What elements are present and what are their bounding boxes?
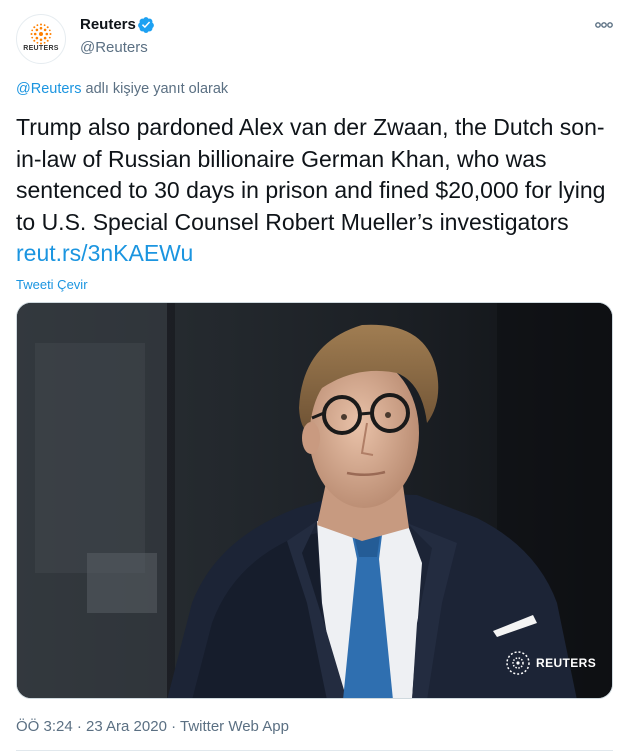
media-watermark: REUTERS bbox=[536, 656, 597, 670]
reply-context: @Reuters adlı kişiye yanıt olarak bbox=[16, 81, 228, 97]
divider bbox=[16, 750, 613, 751]
avatar-wordmark: REUTERS bbox=[23, 45, 59, 52]
avatar[interactable]: REUTERS bbox=[16, 14, 66, 64]
tweet-text: Trump also pardoned Alex van der Zwaan, … bbox=[16, 112, 616, 270]
reply-context-text: adlı kişiye yanıt olarak bbox=[81, 81, 229, 97]
tweet-media[interactable]: REUTERS bbox=[16, 302, 613, 699]
verified-badge-icon bbox=[138, 17, 154, 33]
reply-mention-link[interactable]: @Reuters bbox=[16, 81, 82, 97]
author-handle[interactable]: @Reuters bbox=[80, 39, 148, 56]
more-options-icon[interactable] bbox=[594, 18, 614, 32]
author-name[interactable]: Reuters bbox=[80, 16, 136, 33]
tweet-body: Trump also pardoned Alex van der Zwaan, … bbox=[16, 114, 606, 235]
tweet-link[interactable]: reut.rs/3nKAEWu bbox=[16, 240, 193, 266]
tweet-timestamp[interactable]: ÖÖ 3:24 · 23 Ara 2020 · Twitter Web App bbox=[16, 718, 289, 735]
translate-tweet-link[interactable]: Tweeti Çevir bbox=[16, 277, 88, 292]
reuters-logo-icon bbox=[30, 23, 52, 45]
media-photo bbox=[17, 303, 612, 698]
